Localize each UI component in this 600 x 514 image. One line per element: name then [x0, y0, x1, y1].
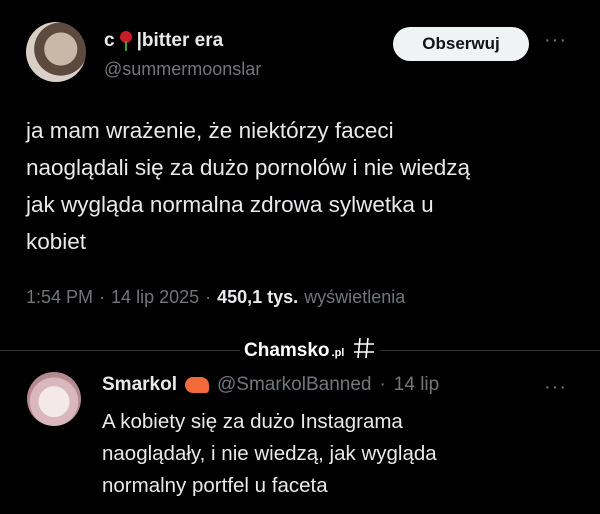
avatar[interactable] — [27, 372, 81, 426]
tweet-meta: 1:54 PM · 14 lip 2025 · 450,1 tys. wyświ… — [26, 287, 406, 308]
views-label: wyświetlenia — [304, 287, 406, 307]
shrimp-icon — [184, 377, 209, 393]
rose-icon — [119, 31, 133, 51]
reply-author-handle[interactable]: @SmarkolBanned — [217, 374, 371, 396]
tweet-date[interactable]: 14 lip 2025 — [111, 287, 199, 308]
main-tweet: c |bitter era @summermoonslar Obserwuj ·… — [0, 0, 600, 340]
avatar[interactable] — [26, 22, 86, 82]
tweet-text: ja mam wrażenie, że niektórzy faceci nao… — [26, 118, 471, 254]
reply-author-name[interactable]: Smarkol — [102, 374, 177, 396]
author-name-suffix: |bitter era — [136, 30, 224, 51]
tweet-time[interactable]: 1:54 PM — [26, 287, 93, 308]
more-icon[interactable]: ··· — [544, 29, 567, 52]
views-count: 450,1 tys. — [217, 287, 299, 307]
reply-header: Smarkol @SmarkolBanned · 14 lip — [102, 374, 440, 396]
reply-tweet[interactable]: Smarkol @SmarkolBanned · 14 lip ··· A ko… — [0, 352, 600, 514]
author-handle[interactable]: @summermoonslar — [104, 59, 261, 80]
follow-button[interactable]: Obserwuj — [393, 27, 529, 61]
author-name: c — [104, 30, 115, 51]
author-name-row[interactable]: c |bitter era — [104, 30, 223, 52]
more-icon[interactable]: ··· — [544, 376, 567, 399]
reply-date[interactable]: 14 lip — [394, 374, 439, 396]
reply-text: A kobiety się za dużo Instagrama naogląd… — [102, 410, 437, 497]
